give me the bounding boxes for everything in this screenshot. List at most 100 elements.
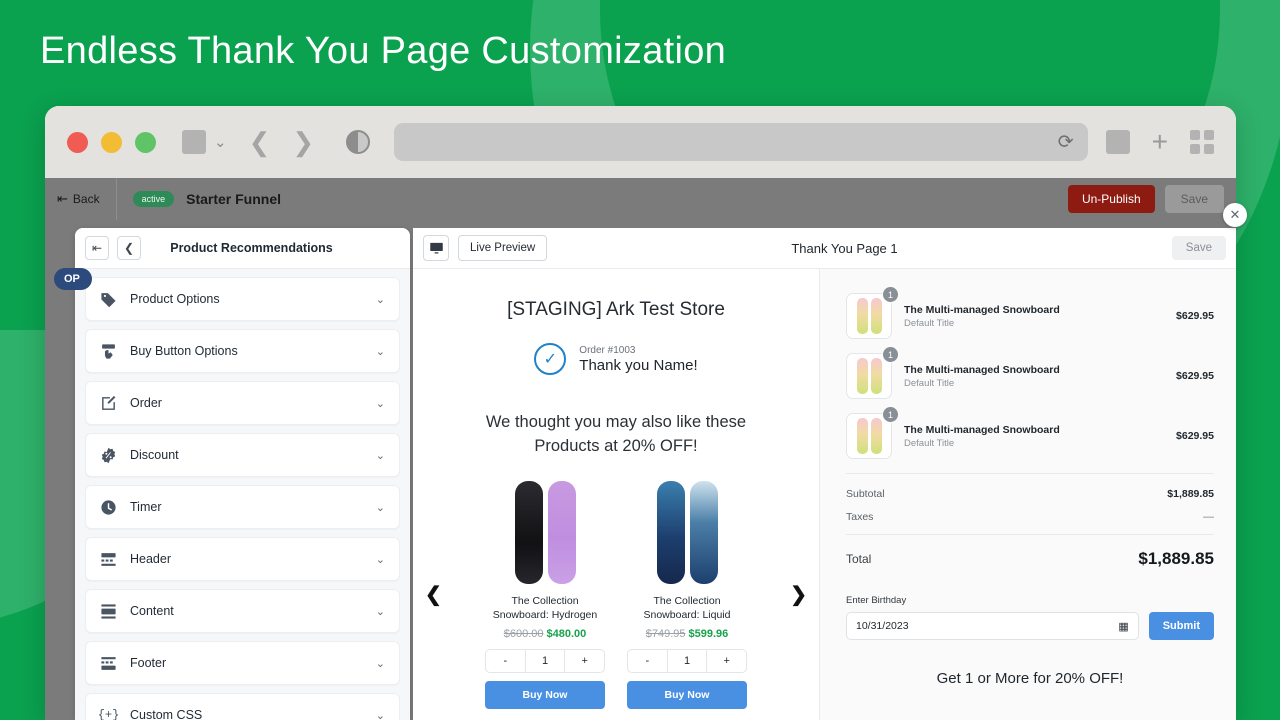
sidebar-item-label: Buy Button Options xyxy=(130,344,363,358)
chevron-left-icon[interactable]: ❮ xyxy=(117,236,141,260)
maximize-window-dot[interactable] xyxy=(135,132,156,153)
contrast-icon[interactable] xyxy=(346,130,370,154)
quantity-increment-button[interactable]: + xyxy=(565,650,604,672)
carousel-prev-icon[interactable]: ❮ xyxy=(425,582,442,607)
sidebar-item-timer[interactable]: Timer ⌄ xyxy=(85,485,400,529)
reload-icon[interactable]: ⟳ xyxy=(1058,131,1074,154)
chevron-down-icon[interactable]: ⌄ xyxy=(376,397,385,410)
snowboard-image-purple xyxy=(548,481,576,584)
preview-save-button[interactable]: Save xyxy=(1172,236,1226,260)
page-title: Thank You Page 1 xyxy=(556,241,1133,256)
back-arrow-icon[interactable]: ❮ xyxy=(249,129,271,155)
back-button[interactable]: ⇤ Back xyxy=(57,191,116,207)
product-card[interactable]: The Collection Snowboard: Liquid $749.95… xyxy=(627,481,747,709)
sidebar-item-label: Header xyxy=(130,552,363,566)
sidebar-item-label: Footer xyxy=(130,656,363,670)
buy-now-button[interactable]: Buy Now xyxy=(485,681,605,709)
product-card[interactable]: The Collection Snowboard: Hydrogen $600.… xyxy=(485,481,605,709)
carousel-cards: The Collection Snowboard: Hydrogen $600.… xyxy=(450,481,782,709)
sidebar-item-content[interactable]: Content ⌄ xyxy=(85,589,400,633)
sidebar-item-header[interactable]: Header ⌄ xyxy=(85,537,400,581)
sidebar-item-product-options[interactable]: Product Options ⌄ xyxy=(85,277,400,321)
subtotal-row: Subtotal $1,889.85 xyxy=(846,488,1214,500)
new-tab-plus-icon[interactable]: + xyxy=(1152,128,1168,156)
back-button-label: Back xyxy=(73,192,100,206)
chevron-down-icon[interactable]: ⌄ xyxy=(376,709,385,720)
chevron-down-icon[interactable]: ⌄ xyxy=(376,345,385,358)
grid-icon[interactable] xyxy=(1190,130,1214,154)
browser-window: ⌄ ❮ ❯ ⟳ + ⇤ Back active Starter Funnel U… xyxy=(45,106,1236,720)
taxes-label: Taxes xyxy=(846,511,873,523)
close-window-dot[interactable] xyxy=(67,132,88,153)
sidebar-item-custom-css[interactable]: {+} Custom CSS ⌄ xyxy=(85,693,400,720)
chevron-down-icon[interactable]: ⌄ xyxy=(214,133,227,151)
chrome-right-actions: + xyxy=(1106,128,1214,156)
sidebar-item-discount[interactable]: Discount ⌄ xyxy=(85,433,400,477)
panel-collapse-icon[interactable]: ⇤ xyxy=(85,236,109,260)
back-arrow-box-icon: ⇤ xyxy=(57,191,68,207)
quantity-badge: 1 xyxy=(882,406,899,423)
item-thumbnail-wrapper: 1 xyxy=(846,353,892,399)
quantity-decrement-button[interactable]: - xyxy=(628,650,667,672)
item-thumbnail-wrapper: 1 xyxy=(846,293,892,339)
snowboard-thumb xyxy=(871,418,882,454)
snowboard-image-blue xyxy=(657,481,685,584)
new-price: $599.96 xyxy=(689,628,729,640)
sidebar-toggle-icon[interactable] xyxy=(182,130,206,154)
product-price: $600.00$480.00 xyxy=(485,628,605,640)
share-square-icon[interactable] xyxy=(1106,130,1130,154)
address-bar[interactable]: ⟳ xyxy=(394,123,1087,161)
tag-icon xyxy=(100,291,117,308)
old-price: $749.95 xyxy=(646,628,686,640)
cursor-click-icon xyxy=(100,343,117,360)
quantity-value: 1 xyxy=(668,650,707,672)
quantity-stepper[interactable]: - 1 + xyxy=(485,649,605,673)
window-controls[interactable] xyxy=(67,132,156,153)
chevron-down-icon[interactable]: ⌄ xyxy=(376,553,385,566)
chevron-down-icon[interactable]: ⌄ xyxy=(376,501,385,514)
carousel-next-icon[interactable]: ❯ xyxy=(790,582,807,607)
buy-now-button[interactable]: Buy Now xyxy=(627,681,747,709)
minimize-window-dot[interactable] xyxy=(101,132,122,153)
unpublish-button[interactable]: Un-Publish xyxy=(1068,185,1155,213)
desktop-monitor-icon[interactable] xyxy=(423,235,449,261)
snowboard-thumb xyxy=(871,298,882,334)
item-price: $629.95 xyxy=(1176,370,1214,382)
product-name: The Collection Snowboard: Liquid xyxy=(627,595,747,623)
new-price: $480.00 xyxy=(547,628,587,640)
sidebar-item-label: Content xyxy=(130,604,363,618)
edit-square-icon xyxy=(100,395,117,412)
preview-toolbar: Live Preview Thank You Page 1 Save xyxy=(413,228,1236,269)
sidebar-section-list: Product Options ⌄ Buy Button Options ⌄ O… xyxy=(75,269,410,720)
sidebar-item-footer[interactable]: Footer ⌄ xyxy=(85,641,400,685)
quantity-stepper[interactable]: - 1 + xyxy=(627,649,747,673)
live-preview-button[interactable]: Live Preview xyxy=(458,235,547,261)
quantity-decrement-button[interactable]: - xyxy=(486,650,525,672)
sidebar-item-label: Timer xyxy=(130,500,363,514)
chevron-down-icon[interactable]: ⌄ xyxy=(376,293,385,306)
order-summary-pane: 1 The Multi-managed Snowboard Default Ti… xyxy=(820,269,1236,720)
sidebar-item-order[interactable]: Order ⌄ xyxy=(85,381,400,425)
chevron-down-icon[interactable]: ⌄ xyxy=(376,657,385,670)
submit-button[interactable]: Submit xyxy=(1149,612,1214,640)
item-thumbnail-wrapper: 1 xyxy=(846,413,892,459)
snowboard-thumb xyxy=(857,418,868,454)
save-button[interactable]: Save xyxy=(1165,185,1224,213)
close-icon[interactable]: ✕ xyxy=(1223,203,1247,227)
birthday-row: 10/31/2023 ▦ Submit xyxy=(846,612,1214,640)
sidebar-item-buy-button-options[interactable]: Buy Button Options ⌄ xyxy=(85,329,400,373)
chevron-down-icon[interactable]: ⌄ xyxy=(376,605,385,618)
item-name: The Multi-managed Snowboard xyxy=(904,424,1164,436)
sidebar-header: ⇤ ❮ Product Recommendations xyxy=(75,228,410,269)
product-name-line-1: The Collection xyxy=(627,595,747,609)
status-badge: active xyxy=(133,191,175,207)
calendar-icon[interactable]: ▦ xyxy=(1118,620,1128,633)
funnel-name: Starter Funnel xyxy=(186,191,281,207)
forward-arrow-icon[interactable]: ❯ xyxy=(292,129,314,155)
chevron-down-icon[interactable]: ⌄ xyxy=(376,449,385,462)
product-image xyxy=(485,481,605,584)
birthday-input[interactable]: 10/31/2023 ▦ xyxy=(846,612,1139,640)
preview-panel: Live Preview Thank You Page 1 Save [STAG… xyxy=(413,228,1236,720)
quantity-increment-button[interactable]: + xyxy=(707,650,746,672)
quantity-value: 1 xyxy=(526,650,565,672)
